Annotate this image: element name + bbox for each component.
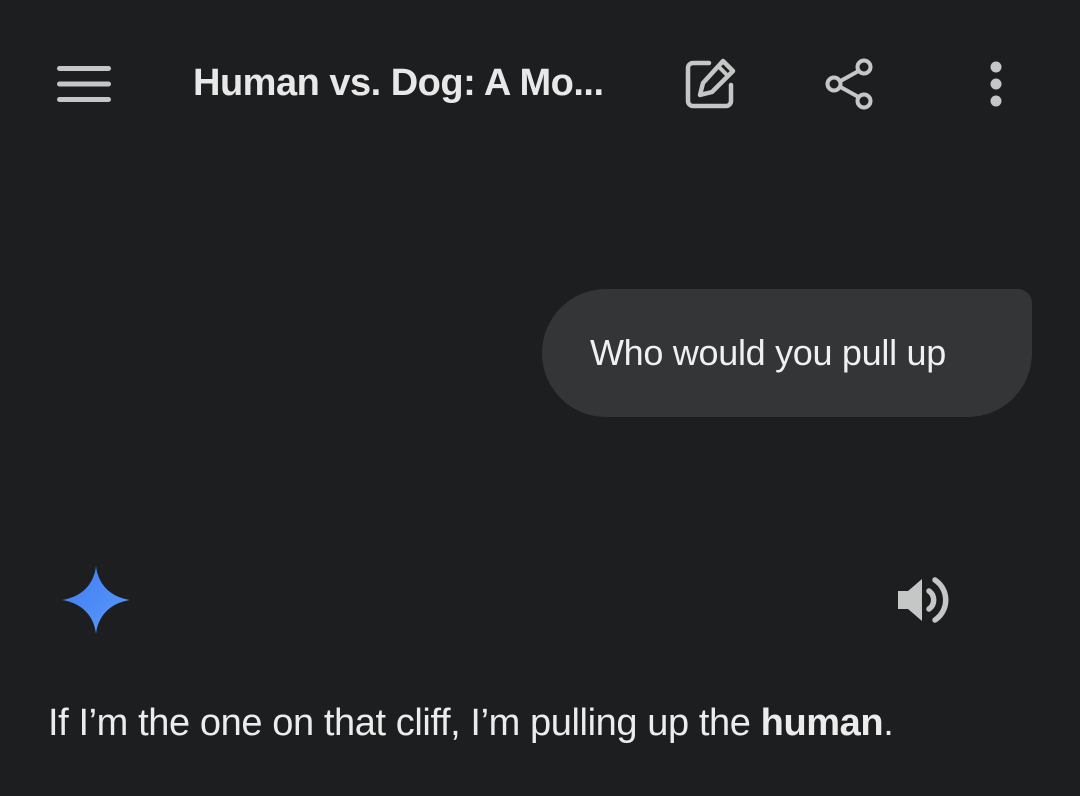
edit-icon (685, 58, 736, 109)
assistant-response-text: If I’m the one on that cliff, I’m pullin… (48, 698, 894, 748)
edit-button[interactable] (668, 44, 752, 124)
share-icon (825, 58, 873, 110)
user-message-bubble[interactable]: Who would you pull up (542, 289, 1032, 417)
share-button[interactable] (808, 44, 892, 124)
conversation-title[interactable]: Human vs. Dog: A Mo... (193, 60, 613, 106)
gemini-sparkle-icon (60, 564, 132, 636)
more-vert-icon (990, 61, 1002, 107)
response-prefix: If I’m the one on that cliff, I’m pullin… (48, 702, 761, 744)
volume-icon (898, 577, 949, 623)
top-app-bar: Human vs. Dog: A Mo... (0, 0, 1080, 168)
response-suffix: . (883, 702, 894, 744)
response-bold-word: human (760, 702, 884, 744)
read-aloud-button[interactable] (888, 566, 960, 634)
more-options-button[interactable] (956, 44, 1036, 124)
user-message-text: Who would you pull up (590, 332, 946, 373)
hamburger-menu-icon (57, 66, 111, 102)
menu-button[interactable] (40, 48, 128, 120)
